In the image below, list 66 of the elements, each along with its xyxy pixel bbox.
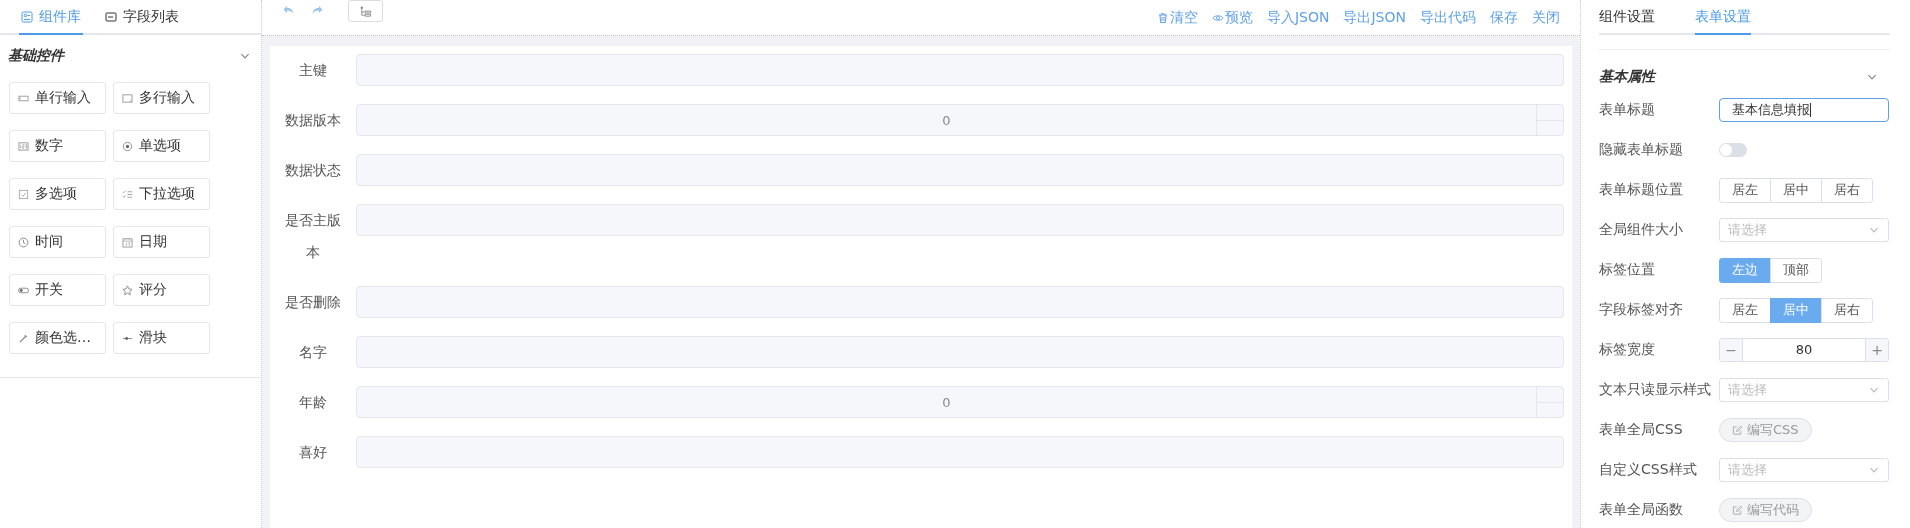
- component-item[interactable]: 颜色选…: [9, 322, 106, 354]
- input-field[interactable]: [356, 286, 1564, 318]
- field-label: 是否删除: [284, 293, 342, 312]
- component-item[interactable]: 单选项: [113, 130, 210, 162]
- input-field[interactable]: [356, 54, 1564, 86]
- component-item[interactable]: 下拉选项: [113, 178, 210, 210]
- field-label: 主键: [298, 61, 328, 80]
- calendar-icon: [122, 236, 133, 248]
- edit-icon: [1732, 424, 1743, 436]
- input-field[interactable]: [356, 436, 1564, 468]
- toggle-switch[interactable]: [1719, 143, 1747, 157]
- component-item[interactable]: 滑块: [113, 322, 210, 354]
- component-item[interactable]: 单行输入: [9, 82, 106, 114]
- segment-option[interactable]: 居左: [1719, 297, 1771, 323]
- setting-label: 表单标题: [1599, 101, 1656, 119]
- component-item[interactable]: 开关: [9, 274, 106, 306]
- setting-label: 全局组件大小: [1599, 221, 1684, 239]
- setting-label: 标签宽度: [1599, 341, 1656, 359]
- segment-option[interactable]: 顶部: [1770, 257, 1822, 283]
- field-label: 数据状态: [284, 161, 342, 180]
- list-check-icon: [122, 188, 133, 200]
- component-item[interactable]: 多选项: [9, 178, 106, 210]
- eye-icon: [1211, 12, 1224, 24]
- checkbox-icon: [18, 188, 29, 200]
- pipette-icon: [18, 332, 29, 344]
- section-title: 基础控件: [8, 47, 64, 65]
- component-item[interactable]: 时间: [9, 226, 106, 258]
- textarea-icon: [122, 92, 133, 104]
- setting-label: 表单标题位置: [1599, 181, 1684, 199]
- field-label: 年龄: [298, 393, 328, 412]
- component-item[interactable]: 多行输入: [113, 82, 210, 114]
- field-label: 喜好: [298, 443, 328, 462]
- star-icon: [122, 284, 133, 296]
- segment-option[interactable]: 居右: [1821, 177, 1873, 203]
- setting-label: 标签位置: [1599, 261, 1656, 279]
- input-field[interactable]: [356, 204, 1564, 236]
- field-label: 数据版本: [284, 111, 342, 130]
- panel-tab[interactable]: 字段列表: [103, 0, 181, 35]
- trash-icon: [1156, 12, 1169, 24]
- clock-icon: [18, 236, 29, 248]
- setting-label: 字段标签对齐: [1599, 301, 1684, 319]
- input-field[interactable]: [356, 336, 1564, 368]
- component-item[interactable]: 日期: [113, 226, 210, 258]
- segment-option[interactable]: 居右: [1821, 297, 1873, 323]
- radio-icon: [122, 140, 133, 152]
- setting-label: 隐藏表单标题: [1599, 141, 1684, 159]
- input-field[interactable]: [356, 154, 1564, 186]
- field-label: 名字: [298, 343, 328, 362]
- tree-button[interactable]: [348, 0, 383, 22]
- component-item[interactable]: 数字: [9, 130, 106, 162]
- title-field[interactable]: 基本信息填报: [1719, 98, 1889, 122]
- panel-tab[interactable]: 组件设置: [1599, 0, 1655, 35]
- field-label: 是否主版本: [284, 211, 342, 262]
- setting-label: 文本只读显示样式: [1599, 381, 1712, 399]
- segment-option[interactable]: 居左: [1719, 177, 1771, 203]
- setting-label: 表单全局函数: [1599, 501, 1684, 519]
- segment-option[interactable]: 居中: [1770, 177, 1822, 203]
- list-icon: [105, 10, 117, 23]
- section-title: 基本属性: [1599, 68, 1655, 86]
- tree-icon: [359, 4, 372, 18]
- setting-label: 自定义CSS样式: [1599, 461, 1698, 479]
- component-icon: [21, 10, 33, 23]
- setting-label: 表单全局CSS: [1599, 421, 1684, 439]
- component-item[interactable]: 评分: [113, 274, 210, 306]
- number-box-icon: [18, 140, 29, 152]
- edit-icon: [1732, 504, 1743, 516]
